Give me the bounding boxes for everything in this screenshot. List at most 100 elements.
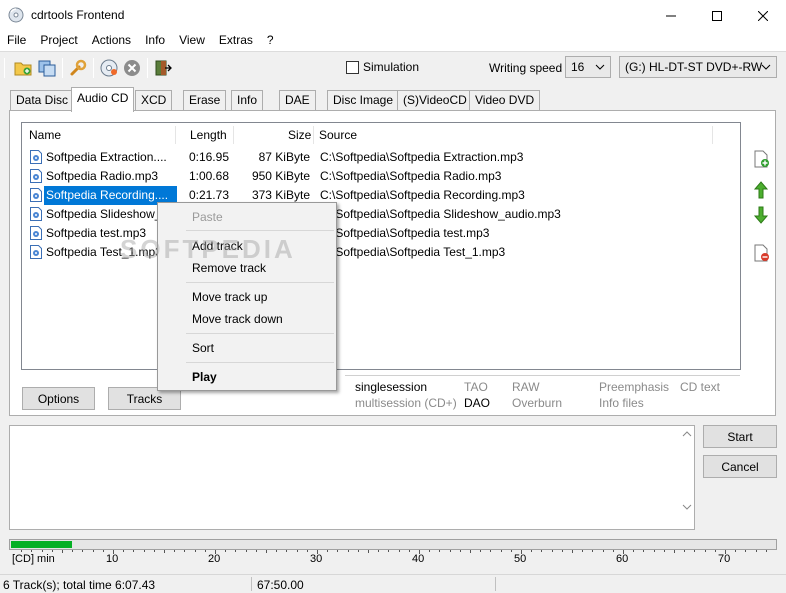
preemphasis-option[interactable]: Preemphasis <box>599 380 669 394</box>
column-header-size[interactable]: Size <box>288 123 311 147</box>
audio-file-icon <box>30 169 42 183</box>
table-row[interactable]: Softpedia Slideshow_ C:\Softpedia\Softped… <box>28 205 738 224</box>
table-row[interactable]: Softpedia Recording.... 0:21.73 373 KiByte… <box>28 186 738 205</box>
overburn-option[interactable]: Overburn <box>512 396 562 410</box>
menu-extras[interactable]: Extras <box>212 31 260 51</box>
singlesession-option[interactable]: singlesession <box>355 380 427 394</box>
raw-option[interactable]: RAW <box>512 380 540 394</box>
menu-actions[interactable]: Actions <box>85 31 138 51</box>
writing-speed-select[interactable]: 16 <box>565 56 611 78</box>
maximize-button[interactable] <box>694 0 740 31</box>
menu-file[interactable]: File <box>0 31 33 51</box>
menu-item-play[interactable]: Play <box>192 370 217 384</box>
copy-project-button[interactable] <box>36 57 58 79</box>
menu-view[interactable]: View <box>172 31 212 51</box>
close-button[interactable] <box>740 0 786 31</box>
simulation-checkbox[interactable] <box>346 61 359 74</box>
audio-file-icon <box>30 226 42 240</box>
menu-item-move-track-up[interactable]: Move track up <box>192 290 267 304</box>
folder-add-icon <box>14 62 32 76</box>
column-header-length[interactable]: Length <box>190 123 227 147</box>
log-output[interactable] <box>9 425 695 530</box>
ruler-minor-tick <box>408 550 410 552</box>
drive-select[interactable]: (G:) HL-DT-ST DVD+-RW <box>619 56 777 78</box>
ruler-minor-tick <box>143 550 145 552</box>
multisession-option[interactable]: multisession (CD+) <box>355 396 457 410</box>
ruler-minor-tick <box>357 550 359 552</box>
maximize-icon <box>712 10 722 21</box>
tab-svideocd[interactable]: (S)VideoCD <box>397 90 473 111</box>
tab-disc-image[interactable]: Disc Image <box>327 90 400 111</box>
move-up-icon[interactable] <box>753 181 769 199</box>
menu-info[interactable]: Info <box>138 31 172 51</box>
ruler-minor-tick <box>439 550 441 552</box>
ruler-minor-tick <box>582 550 584 552</box>
cancel-burn-button[interactable] <box>121 57 143 79</box>
capacity-ruler: [CD] min 10 20 30 40 50 60 70 <box>9 550 777 568</box>
ruler-minor-tick <box>123 550 125 552</box>
table-row[interactable]: Softpedia test.mp3 C:\Softpedia\Softpedia… <box>28 224 738 243</box>
ruler-minor-tick <box>653 550 655 552</box>
ruler-minor-tick <box>490 550 492 552</box>
menu-bar: File Project Actions Info View Extras ? <box>0 31 786 51</box>
track-length: 1:00.68 <box>188 169 229 183</box>
exit-button[interactable] <box>152 57 174 79</box>
start-button[interactable]: Start <box>703 425 777 448</box>
tab-info[interactable]: Info <box>231 90 264 111</box>
ruler-minor-tick <box>643 550 645 552</box>
ruler-minor-tick <box>102 550 104 552</box>
ruler-minor-tick <box>429 550 431 552</box>
status-separator <box>251 577 252 591</box>
ruler-minor-tick <box>755 550 757 552</box>
menu-separator <box>186 333 334 334</box>
cancel-button[interactable]: Cancel <box>703 455 777 478</box>
move-down-icon[interactable] <box>753 206 769 224</box>
cd-text-option[interactable]: CD text <box>680 380 720 394</box>
title-bar: cdrtools Frontend <box>0 0 786 31</box>
ruler-minor-tick <box>235 550 237 552</box>
info-files-option[interactable]: Info files <box>599 396 644 410</box>
dao-option[interactable]: DAO <box>464 396 490 410</box>
new-project-button[interactable] <box>12 57 34 79</box>
track-size: 373 KiByte <box>251 188 310 202</box>
tab-erase[interactable]: Erase <box>183 90 227 111</box>
track-name: Softpedia Radio.mp3 <box>46 169 159 183</box>
table-row[interactable]: Softpedia Radio.mp3 1:00.68 950 KiByte C:\S… <box>28 167 738 186</box>
options-button[interactable]: Options <box>22 387 95 410</box>
ruler-minor-tick <box>398 550 400 552</box>
minimize-icon <box>666 15 676 16</box>
tab-video-dvd[interactable]: Video DVD <box>469 90 541 111</box>
scroll-up-icon[interactable] <box>682 430 692 438</box>
window-title: cdrtools Frontend <box>31 8 125 22</box>
table-row[interactable]: Softpedia Extraction.... 0:16.95 87 KiByte… <box>28 148 738 167</box>
ruler-minor-tick <box>735 550 737 552</box>
settings-button[interactable] <box>67 57 89 79</box>
track-list[interactable]: Name Length Size Source Softpedia Extrac… <box>21 122 741 370</box>
menu-item-sort[interactable]: Sort <box>192 341 214 355</box>
column-header-source[interactable]: Source <box>319 123 357 147</box>
menu-item-add-track[interactable]: Add track <box>192 239 243 253</box>
ruler-minor-tick <box>276 550 278 552</box>
menu-item-remove-track[interactable]: Remove track <box>192 261 266 275</box>
menu-item-move-track-down[interactable]: Move track down <box>192 312 283 326</box>
menu-separator <box>186 282 334 283</box>
disc-usage-fill <box>11 541 73 548</box>
add-file-icon[interactable] <box>752 150 770 168</box>
tab-dae[interactable]: DAE <box>279 90 316 111</box>
ruler-minor-tick <box>449 550 451 552</box>
tao-option[interactable]: TAO <box>464 380 488 394</box>
minimize-button[interactable] <box>648 0 694 31</box>
menu-project[interactable]: Project <box>33 31 84 51</box>
ruler-tick-label: 10 <box>106 553 119 565</box>
scroll-down-icon[interactable] <box>682 503 692 511</box>
tab-data-disc[interactable]: Data Disc <box>10 90 75 111</box>
menu-help[interactable]: ? <box>260 31 281 51</box>
table-row[interactable]: Softpedia Test_1.mp3 C:\Softpedia\Softped… <box>28 243 738 262</box>
column-header-name[interactable]: Name <box>29 123 61 147</box>
menu-item-paste[interactable]: Paste <box>192 210 223 224</box>
ruler-minor-tick <box>500 550 502 552</box>
burn-button[interactable] <box>98 57 120 79</box>
tab-audio-cd[interactable]: Audio CD <box>71 87 135 112</box>
remove-file-icon[interactable] <box>752 244 770 262</box>
tab-xcd[interactable]: XCD <box>135 90 173 111</box>
